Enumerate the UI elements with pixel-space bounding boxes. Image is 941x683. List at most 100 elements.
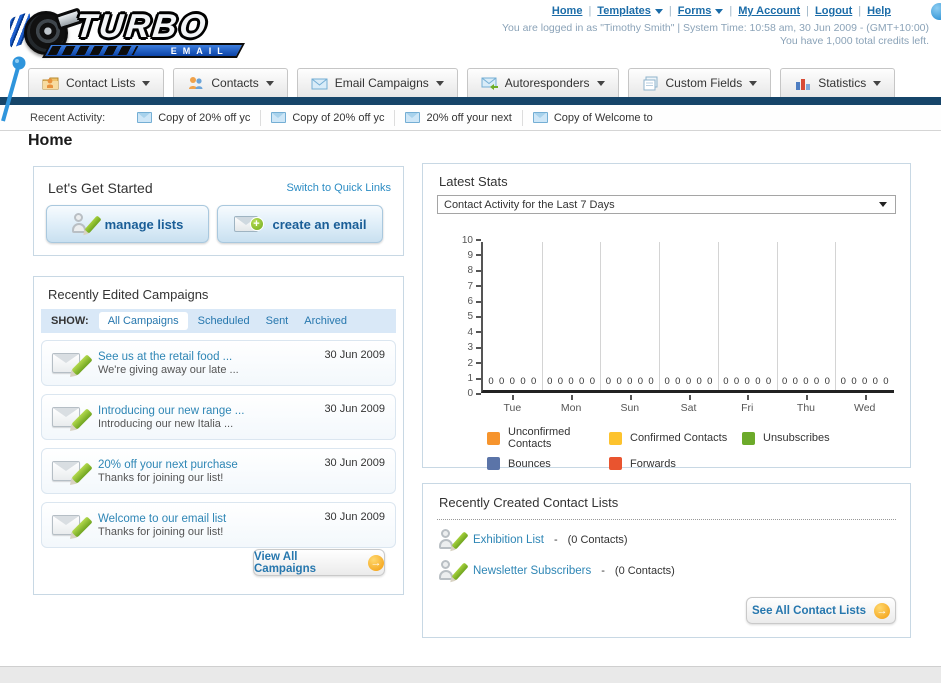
legend-item: Unconfirmed Contacts [487, 426, 609, 450]
arrow-right-icon: → [368, 554, 384, 571]
header: TURBO EMAIL Home | Templates | Forms | My Acco… [0, 0, 941, 122]
campaign-title-link[interactable]: Welcome to our email list [98, 513, 226, 525]
campaign-filter-bar: SHOW: All Campaigns Scheduled Sent Archi… [41, 309, 396, 333]
templates-link[interactable]: Templates [597, 5, 651, 17]
manage-lists-button[interactable]: manage lists [46, 205, 209, 243]
bar-value-label: 0 [861, 376, 868, 387]
switch-quick-links-link[interactable]: Switch to Quick Links [286, 182, 391, 194]
tab-contacts[interactable]: Contacts [173, 68, 288, 97]
activity-item-text: Copy of 20% off yc [292, 111, 385, 124]
chart-legend: Unconfirmed Contacts Confirmed Contacts Un… [487, 426, 830, 470]
logo-banner: EMAIL [42, 43, 245, 58]
campaign-list: See us at the retail food ... We're givin… [41, 340, 396, 548]
arrow-right-icon: → [873, 602, 890, 619]
recent-activity-item[interactable]: 20% off your next [395, 109, 523, 126]
bar-value-label: 0 [557, 376, 564, 387]
filter-all-campaigns[interactable]: All Campaigns [98, 312, 188, 330]
contact-list-count: (0 Contacts) [567, 534, 628, 546]
my-account-link[interactable]: My Account [738, 5, 800, 17]
see-all-contact-lists-button[interactable]: See All Contact Lists → [746, 597, 896, 624]
legend-label: Unsubscribes [763, 432, 830, 444]
filter-archived[interactable]: Archived [304, 315, 347, 327]
campaign-subtitle: Thanks for joining our list! [98, 525, 224, 538]
tab-autoresponders[interactable]: Autoresponders [466, 68, 619, 97]
main-navigation: Contact Lists Contacts Email Campaigns A… [0, 68, 941, 97]
folder-user-icon [42, 77, 59, 89]
campaign-subtitle: Thanks for joining our list! [98, 471, 224, 484]
tab-statistics[interactable]: Statistics [780, 68, 896, 97]
envelope-pencil-icon [52, 404, 93, 430]
legend-swatch-icon [742, 431, 755, 445]
top-nav-links: Home | Templates | Forms | My Account | Logout | H… [551, 5, 891, 17]
tab-email-campaigns[interactable]: Email Campaigns [296, 68, 458, 97]
bar-value-label: 0 [520, 376, 526, 387]
envelope-icon [137, 112, 153, 123]
bar-value-label: 0 [696, 376, 702, 387]
contact-list-item[interactable]: Exhibition List - (0 Contacts) [439, 529, 628, 551]
campaign-card[interactable]: See us at the retail food ... We're givin… [41, 340, 396, 386]
campaign-title-link[interactable]: See us at the retail food ... [98, 351, 239, 363]
recent-activity-item[interactable]: Copy of Welcome to [523, 110, 663, 126]
logout-link[interactable]: Logout [815, 5, 852, 17]
envelope-pencil-icon [52, 350, 93, 376]
x-tick-label: Sat [659, 395, 718, 414]
contact-list-name-link[interactable]: Exhibition List [473, 534, 544, 546]
chevron-down-icon [654, 8, 663, 14]
bar-value-group: 00000 [483, 376, 542, 387]
bar-value-group: 00000 [600, 376, 659, 387]
logo-subtitle: EMAIL [170, 46, 229, 56]
campaign-title-link[interactable]: 20% off your next purchase [98, 459, 238, 471]
bar-value-label: 0 [637, 376, 644, 387]
recent-activity-item[interactable]: Copy of 20% off yc [127, 109, 262, 126]
legend-swatch-icon [609, 457, 622, 470]
legend-item: Confirmed Contacts [609, 426, 742, 450]
login-info: You are logged in as "Timothy Smith" | S… [502, 22, 929, 34]
filter-sent[interactable]: Sent [266, 315, 289, 327]
gridline [659, 242, 661, 390]
tab-label: Contact Lists [66, 76, 136, 90]
view-all-campaigns-button[interactable]: View All Campaigns → [253, 549, 385, 576]
page-title: Home [28, 132, 73, 149]
filter-scheduled[interactable]: Scheduled [198, 315, 250, 327]
contact-list-name-link[interactable]: Newsletter Subscribers [473, 565, 591, 577]
tab-contact-lists[interactable]: Contact Lists [28, 68, 165, 97]
logo-title: TURBO [74, 7, 211, 44]
pages-icon [643, 76, 658, 90]
speedometer-needle-decoration [1, 56, 26, 122]
legend-label: Bounces [508, 457, 551, 470]
stats-period-dropdown[interactable]: Contact Activity for the Last 7 Days [437, 195, 896, 214]
forms-link[interactable]: Forms [678, 5, 712, 17]
bar-value-label: 0 [707, 376, 713, 387]
bar-value-label: 0 [547, 376, 553, 387]
x-tick-label: Fri [718, 395, 777, 414]
see-all-contact-lists-label: See All Contact Lists [752, 604, 866, 617]
help-link[interactable]: Help [867, 5, 891, 17]
gridline [600, 242, 602, 390]
tab-custom-fields[interactable]: Custom Fields [627, 68, 772, 97]
campaign-card[interactable]: 20% off your next purchase Thanks for joi… [41, 448, 396, 494]
home-link[interactable]: Home [552, 5, 583, 17]
bar-value-group: 00000 [542, 376, 601, 387]
bar-value-label: 0 [733, 376, 740, 387]
chart-x-axis: Tue Mon Sun Sat Fri Thu Wed [483, 395, 894, 414]
chevron-down-icon [715, 8, 724, 14]
legend-item: Forwards [609, 457, 742, 470]
bar-value-label: 0 [872, 376, 878, 387]
x-tick-label: Thu [777, 395, 836, 414]
legend-item: Unsubscribes [742, 426, 830, 450]
create-email-button[interactable]: + create an email [217, 205, 383, 243]
bar-value-label: 0 [755, 376, 761, 387]
campaign-card[interactable]: Introducing our new range ... Introducing… [41, 394, 396, 440]
contact-list-item[interactable]: Newsletter Subscribers - (0 Contacts) [439, 560, 675, 582]
navy-divider-bar [0, 97, 941, 105]
campaign-date: 30 Jun 2009 [324, 511, 385, 523]
bar-value-label: 0 [883, 376, 889, 387]
campaign-card[interactable]: Welcome to our email list Thanks for join… [41, 502, 396, 548]
activity-item-text: Copy of Welcome to [553, 111, 653, 124]
recent-activity-item[interactable]: Copy of 20% off yc [261, 109, 396, 126]
bar-value-group: 00000 [659, 376, 718, 387]
turbo-email-app: TURBO EMAIL Home | Templates | Forms | My Acco… [0, 0, 941, 683]
legend-item: Bounces [487, 457, 609, 470]
chevron-down-icon [879, 202, 887, 207]
campaign-title-link[interactable]: Introducing our new range ... [98, 405, 244, 417]
